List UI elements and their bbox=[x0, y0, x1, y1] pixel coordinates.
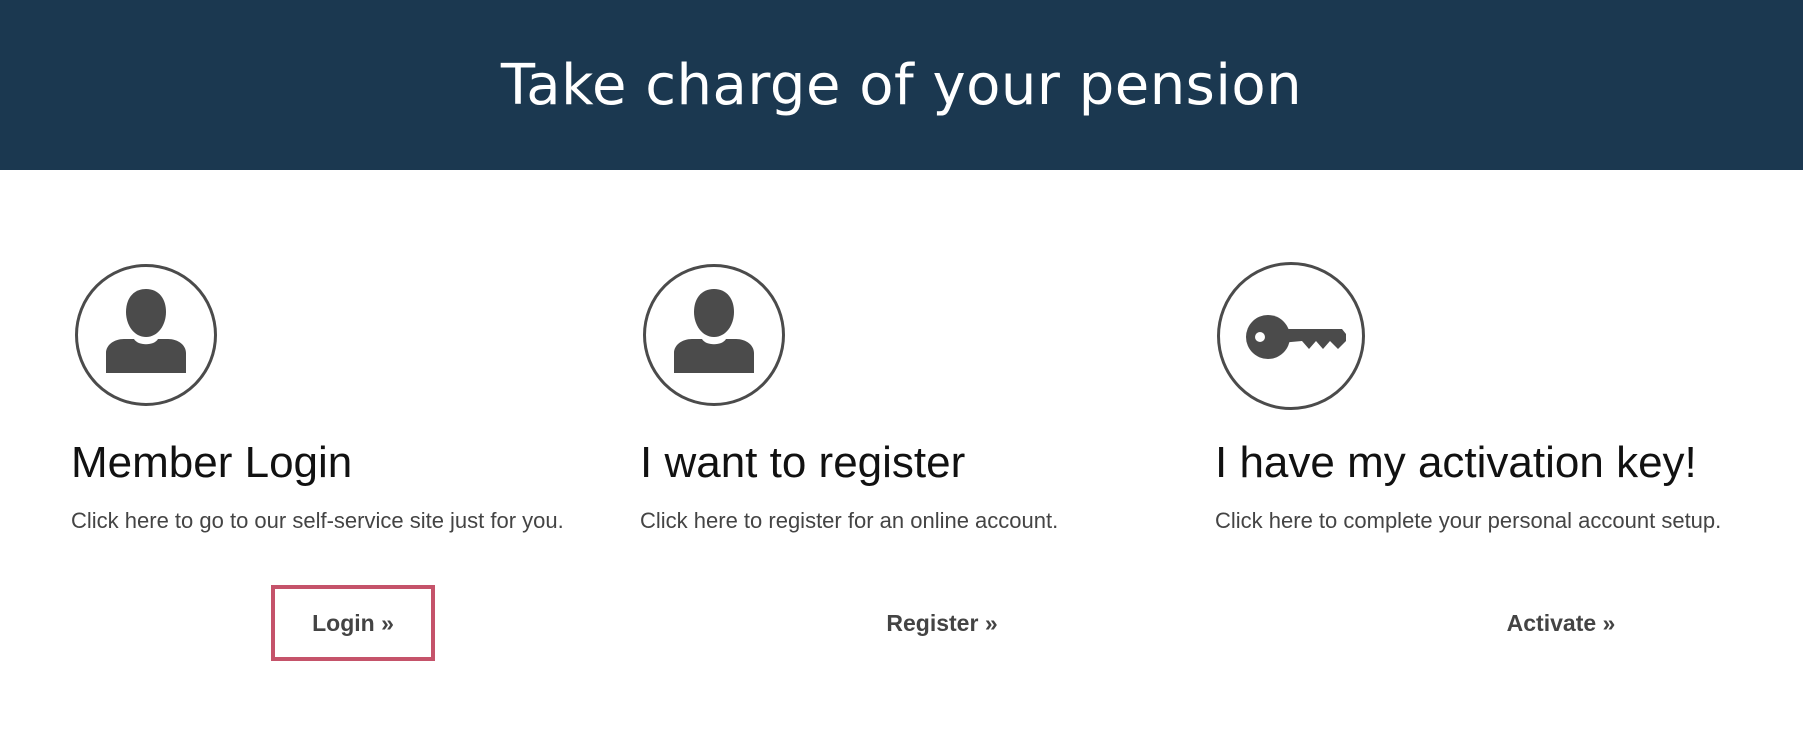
card-description: Click here to complete your personal acc… bbox=[1215, 508, 1722, 533]
user-icon bbox=[75, 264, 217, 406]
login-button[interactable]: Login » bbox=[271, 585, 435, 661]
activate-button[interactable]: Activate » bbox=[1461, 585, 1661, 661]
register-button[interactable]: Register » bbox=[842, 585, 1042, 661]
key-icon bbox=[1217, 262, 1365, 410]
page-banner: Take charge of your pension bbox=[0, 0, 1803, 170]
user-icon bbox=[643, 264, 785, 406]
card-description: Click here to register for an online acc… bbox=[640, 508, 1059, 533]
page-title: Take charge of your pension bbox=[500, 52, 1303, 118]
card-title: I have my activation key! bbox=[1215, 438, 1697, 487]
card-title: I want to register bbox=[640, 438, 966, 487]
card-description: Click here to go to our self-service sit… bbox=[71, 508, 564, 533]
card-title: Member Login bbox=[71, 438, 353, 487]
